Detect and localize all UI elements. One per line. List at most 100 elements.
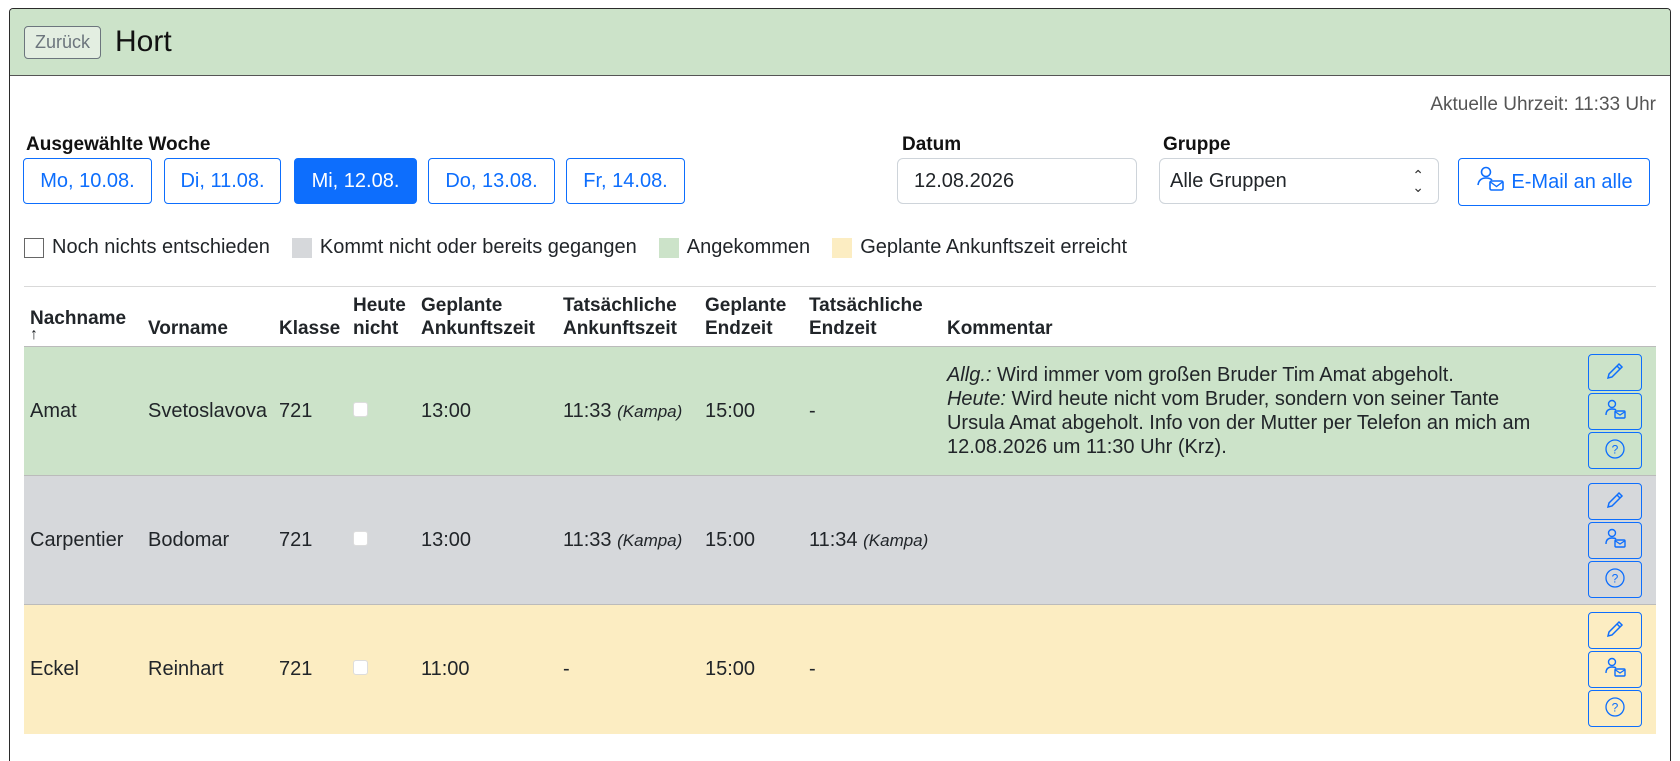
question-circle-icon: ? <box>1604 567 1626 592</box>
legend-item-undecided: Noch nichts entschieden <box>24 236 270 259</box>
edit-button[interactable] <box>1588 482 1642 520</box>
person-mail-icon <box>1475 165 1505 199</box>
legend-item-planned-reached: Geplante Ankunftszeit erreicht <box>832 236 1127 259</box>
top-bar: Zurück Hort <box>10 9 1670 76</box>
cell-tats-ankunft: 11:33 (Kampa) <box>562 399 683 422</box>
help-button[interactable]: ? <box>1588 689 1642 727</box>
heute-nicht-checkbox[interactable] <box>352 530 368 546</box>
cell-klasse: 721 <box>278 657 313 680</box>
svg-text:?: ? <box>1612 442 1619 456</box>
cell-heute-nicht <box>347 476 415 605</box>
cell-klasse: 721 <box>278 399 313 422</box>
group-select-value: Alle Gruppen <box>1170 169 1287 192</box>
status-legend: Noch nichts entschieden Kommt nicht oder… <box>24 236 1149 259</box>
legend-item-arrived: Angekommen <box>658 236 810 259</box>
legend-swatch <box>658 237 679 258</box>
help-button[interactable]: ? <box>1588 431 1642 469</box>
cell-vorname: Svetoslavova <box>148 399 267 422</box>
week-label: Ausgewählte Woche <box>26 134 211 155</box>
edit-button[interactable] <box>1588 611 1642 649</box>
cell-nachname: Amat <box>30 399 77 422</box>
cell-vorname: Reinhart <box>148 657 224 680</box>
svg-text:?: ? <box>1612 700 1619 714</box>
col-header-tats-end: Tatsächliche Endzeit <box>808 295 923 339</box>
mail-parent-button[interactable] <box>1588 392 1642 430</box>
col-header-heute-nicht: Heute nicht <box>352 295 406 339</box>
person-mail-icon <box>1603 399 1627 424</box>
col-header-geplante-end: Geplante Endzeit <box>704 295 787 339</box>
cell-nachname: Carpentier <box>30 528 124 551</box>
col-header-geplante-ankunft: Geplante Ankunftszeit <box>420 295 535 339</box>
cell-klasse: 721 <box>278 528 313 551</box>
page-title: Hort <box>115 25 172 58</box>
cell-kommentar <box>941 605 1576 734</box>
svg-text:?: ? <box>1612 571 1619 585</box>
mail-parent-button[interactable] <box>1588 650 1642 688</box>
cell-geplante-ankunft: 11:00 <box>420 657 470 680</box>
legend-item-not-coming: Kommt nicht oder bereits gegangen <box>291 236 637 259</box>
pencil-icon <box>1604 618 1626 643</box>
cell-heute-nicht <box>347 605 415 734</box>
pencil-icon <box>1604 360 1626 385</box>
mail-parent-button[interactable] <box>1588 521 1642 559</box>
day-button-di[interactable]: Di, 11.08. <box>164 158 281 204</box>
cell-geplante-end: 15:00 <box>704 657 756 680</box>
col-header-vorname: Vorname <box>148 318 228 339</box>
table-header-row: Nachname ↑ Vorname Klasse Heute nicht Gepl… <box>24 288 1656 347</box>
day-button-fr[interactable]: Fr, 14.08. <box>566 158 685 204</box>
cell-geplante-end: 15:00 <box>704 528 756 551</box>
edit-button[interactable] <box>1588 353 1642 391</box>
cell-heute-nicht <box>347 347 415 476</box>
cell-geplante-ankunft: 13:00 <box>420 528 472 551</box>
legend-swatch <box>24 237 44 258</box>
cell-nachname: Eckel <box>30 657 79 680</box>
heute-nicht-checkbox[interactable] <box>352 401 368 417</box>
cell-geplante-ankunft: 13:00 <box>420 399 472 422</box>
col-header-nachname[interactable]: Nachname ↑ <box>24 288 142 347</box>
cell-vorname: Bodomar <box>148 528 230 551</box>
email-all-button[interactable]: E-Mail an alle <box>1458 158 1650 206</box>
cell-tats-end: - <box>808 657 816 680</box>
day-button-mo[interactable]: Mo, 10.08. <box>23 158 152 204</box>
table-row: Amat Svetoslavova 721 13:00 11:33 (Kampa… <box>24 346 1656 476</box>
back-button[interactable]: Zurück <box>24 25 102 59</box>
day-button-mi[interactable]: Mi, 12.08. <box>294 158 417 204</box>
col-header-kommentar: Kommentar <box>946 318 1053 339</box>
heute-nicht-checkbox[interactable] <box>352 659 368 675</box>
cell-actions: ? <box>1576 476 1656 605</box>
question-circle-icon: ? <box>1604 438 1626 463</box>
day-button-do[interactable]: Do, 13.08. <box>428 158 555 204</box>
table-row: Eckel Reinhart 721 11:00 - 15:00 - ? <box>24 604 1656 734</box>
app-frame: Zurück Hort Aktuelle Uhrzeit: 11:33 Uhr … <box>9 8 1671 761</box>
date-label: Datum <box>902 134 962 155</box>
legend-swatch <box>291 237 312 258</box>
cell-kommentar: Allg.: Wird immer vom großen Bruder Tim … <box>946 364 1531 458</box>
pencil-icon <box>1604 489 1626 514</box>
group-select[interactable]: Alle Gruppen ⌃ ⌄ <box>1159 158 1439 204</box>
cell-tats-ankunft: 11:33 (Kampa) <box>562 528 683 551</box>
group-label: Gruppe <box>1163 134 1231 155</box>
cell-actions: ? <box>1576 605 1656 734</box>
divider <box>24 286 1656 287</box>
person-mail-icon <box>1603 528 1627 553</box>
cell-tats-ankunft: - <box>562 657 570 680</box>
col-header-actions <box>1576 288 1656 347</box>
col-header-tats-ankunft: Tatsächliche Ankunftszeit <box>562 295 677 339</box>
table-row: Carpentier Bodomar 721 13:00 11:33 (Kamp… <box>24 475 1656 605</box>
sort-arrow-up-icon[interactable]: ↑ <box>30 327 136 343</box>
current-time: Aktuelle Uhrzeit: 11:33 Uhr <box>1430 94 1656 115</box>
legend-swatch <box>832 237 853 258</box>
col-header-klasse: Klasse <box>278 318 341 339</box>
cell-tats-end: 11:34 (Kampa) <box>808 528 929 551</box>
cell-actions: ? <box>1576 347 1656 476</box>
attendance-table: Nachname ↑ Vorname Klasse Heute nicht Gepl… <box>24 288 1656 734</box>
cell-tats-end: - <box>808 399 816 422</box>
date-field[interactable] <box>897 158 1137 204</box>
email-all-label: E-Mail an alle <box>1511 170 1633 193</box>
help-button[interactable]: ? <box>1588 560 1642 598</box>
chevron-updown-icon: ⌃ ⌄ <box>1412 167 1424 195</box>
person-mail-icon <box>1603 657 1627 682</box>
question-circle-icon: ? <box>1604 696 1626 721</box>
cell-kommentar <box>941 476 1576 605</box>
cell-geplante-end: 15:00 <box>704 399 756 422</box>
